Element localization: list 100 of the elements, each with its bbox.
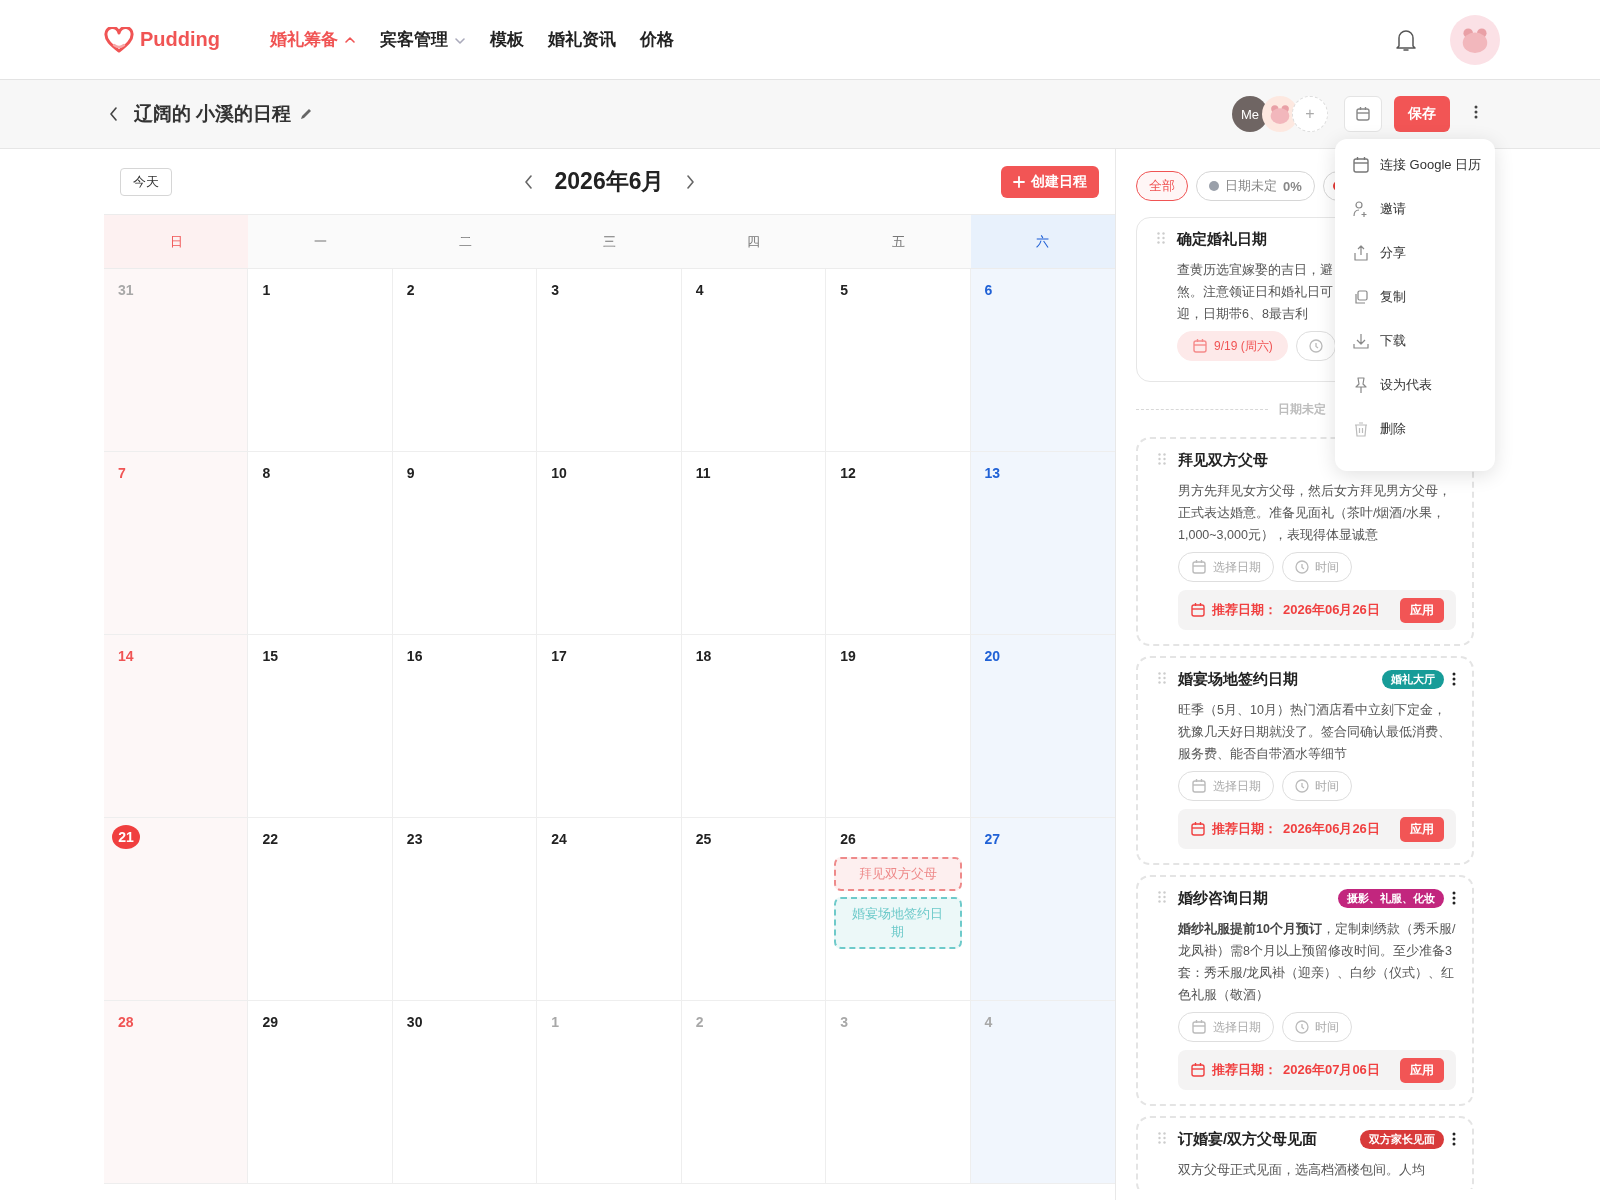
recommended-date: 2026年06月26日: [1283, 601, 1380, 619]
calendar-day-cell[interactable]: 13: [970, 452, 1115, 635]
calendar-day-cell[interactable]: 30: [392, 1001, 538, 1184]
nav-link[interactable]: 婚礼资讯: [548, 28, 616, 51]
more-options-icon[interactable]: [1452, 1132, 1456, 1146]
edit-pencil-icon[interactable]: [299, 107, 314, 121]
weekday-header: 六: [970, 215, 1115, 269]
clock-icon: [1295, 1020, 1309, 1034]
calendar-day-cell[interactable]: 16: [392, 635, 538, 818]
day-number: 10: [550, 464, 567, 483]
calendar-day-cell[interactable]: 25: [681, 818, 827, 1001]
back-icon[interactable]: [108, 107, 120, 121]
nav-link[interactable]: 宾客管理: [380, 28, 466, 51]
weekday-header: 一: [248, 215, 393, 269]
day-number: 23: [405, 830, 423, 849]
calendar-icon: [1191, 778, 1207, 794]
calendar-day-cell[interactable]: 22: [248, 818, 393, 1001]
day-number: 13: [983, 464, 1001, 483]
calendar-button[interactable]: [1344, 96, 1382, 132]
drag-handle-icon[interactable]: [1158, 672, 1166, 684]
day-number: 27: [983, 830, 1001, 849]
drag-handle-icon[interactable]: [1158, 891, 1166, 903]
task-description: 煞。注意领证日和婚礼日可: [1177, 284, 1333, 301]
download-icon: [1352, 332, 1370, 350]
filter-chip[interactable]: 日期未定 0%: [1196, 171, 1315, 201]
day-number: 15: [261, 647, 278, 666]
task-description: 迎，日期带6、8最吉利: [1177, 306, 1308, 323]
recommended-date-label: 推荐日期：: [1212, 601, 1277, 619]
day-number: 5: [839, 281, 848, 300]
calendar-icon: [1352, 156, 1370, 174]
calendar-day-cell[interactable]: 8: [248, 452, 393, 635]
more-options-icon[interactable]: [1474, 105, 1478, 119]
calendar-day-cell[interactable]: 20: [970, 635, 1115, 818]
task-card[interactable]: 婚宴场地签约日期 婚礼大厅 旺季（5月、10月）热门酒店看中立刻下定金，犹豫几天好日期就没了。签合同确认最低消费、服务费、能否自带酒水等细节 选择日期 时间 推荐日期： 2026年06月26日 应用: [1136, 656, 1474, 865]
nav-link[interactable]: 模板: [490, 28, 524, 51]
more-options-icon[interactable]: [1452, 672, 1456, 686]
calendar-day-cell[interactable]: 17: [537, 635, 682, 818]
calendar-day-cell[interactable]: 11: [681, 452, 827, 635]
recommended-date-label: 推荐日期：: [1212, 1061, 1277, 1079]
day-number: 28: [117, 1013, 134, 1032]
calendar-day-cell[interactable]: 6: [970, 269, 1115, 452]
task-card[interactable]: 订婚宴/双方父母见面 双方家长见面 双方父母正式见面，选高档酒楼包间。人均: [1136, 1116, 1474, 1189]
day-number: 29: [261, 1013, 278, 1032]
calendar-day-cell[interactable]: 2: [392, 269, 538, 452]
recommended-date: 2026年06月26日: [1283, 820, 1380, 838]
calendar-day-cell[interactable]: 12: [826, 452, 971, 635]
task-description: 婚纱礼服提前10个月预订，定制刺绣款（秀禾服/龙凤褂）需8个月以上预留修改时间。至少准备3套：秀禾服/龙凤褂（迎亲）、白纱（仪式）、红色礼服（敬酒）: [1178, 921, 1456, 1004]
category-tag: 婚礼大厅: [1382, 669, 1444, 689]
day-number: 2: [405, 281, 415, 300]
day-number: 31: [117, 281, 134, 300]
filter-label: 日期未定: [1225, 177, 1277, 195]
clock-icon: [1308, 339, 1323, 353]
day-number: 22: [261, 830, 278, 849]
day-number: 3: [550, 281, 560, 300]
calendar-day-cell[interactable]: 21: [104, 818, 249, 1001]
calendar-day-cell[interactable]: 23: [392, 818, 538, 1001]
day-number: 4: [694, 281, 704, 300]
calendar-day-cell[interactable]: 18: [681, 635, 827, 818]
share-icon: [1352, 244, 1370, 262]
drag-handle-icon[interactable]: [1158, 453, 1166, 465]
calendar-day-cell[interactable]: 24: [537, 818, 682, 1001]
nav-link[interactable]: 价格: [640, 28, 674, 51]
weekday-header: 二: [392, 215, 538, 269]
calendar-day-cell[interactable]: 10: [537, 452, 682, 635]
calendar-day-cell[interactable]: 5: [826, 269, 971, 452]
calendar-day-cell[interactable]: 3: [537, 269, 682, 452]
category-tag: 双方家长见面: [1360, 1129, 1444, 1149]
task-card[interactable]: 婚纱咨询日期 摄影、礼服、化妆 婚纱礼服提前10个月预订，定制刺绣款（秀禾服/龙凤褂）需8个月以上预留修改时间。至少准备3套：秀禾服/龙凤褂（迎亲）、白纱（仪式）、红色礼服（敬酒） 选择日期 时间 推荐日期： 2026年07月06日 应用: [1136, 875, 1474, 1106]
day-number: 11: [694, 464, 711, 483]
menu-item[interactable]: 连接 Google 日历: [1335, 143, 1495, 187]
day-number: 19: [839, 647, 856, 666]
drag-handle-icon[interactable]: [1157, 232, 1165, 244]
day-number: 12: [839, 464, 856, 483]
calendar-day-cell[interactable]: 15: [248, 635, 393, 818]
recommended-date: 2026年07月06日: [1283, 1061, 1380, 1079]
calendar-day-cell[interactable]: 1: [248, 269, 393, 452]
drag-handle-icon[interactable]: [1158, 1132, 1166, 1144]
calendar-day-cell[interactable]: 29: [248, 1001, 393, 1184]
calendar-icon: [1192, 338, 1208, 354]
calendar-day-cell[interactable]: 9: [392, 452, 538, 635]
task-title: 确定婚礼日期: [1177, 229, 1267, 249]
schedule-title: 辽阔的 小溪的日程: [134, 102, 292, 126]
section-label: 日期未定: [1278, 401, 1326, 418]
weekday-header: 五: [826, 215, 971, 269]
calendar-day-cell[interactable]: 4: [681, 269, 827, 452]
calendar-icon: [1355, 106, 1371, 122]
category-tag: 摄影、礼服、化妆: [1338, 888, 1444, 908]
calendar-icon: [1191, 559, 1207, 575]
today-button[interactable]: 今天: [120, 167, 172, 196]
filter-percentage: 0%: [1283, 178, 1302, 194]
calendar-day-cell[interactable]: 19: [826, 635, 971, 818]
more-options-icon[interactable]: [1452, 891, 1456, 905]
day-number: 24: [550, 830, 567, 849]
clock-icon: [1295, 779, 1309, 793]
task-title: 拜见双方父母: [1178, 450, 1268, 470]
plus-icon: [1013, 175, 1025, 188]
next-month-icon[interactable]: [684, 174, 697, 189]
previous-month-icon[interactable]: [522, 174, 535, 189]
calendar-day-cell[interactable]: 27: [970, 818, 1115, 1001]
day-number: 18: [694, 647, 712, 666]
